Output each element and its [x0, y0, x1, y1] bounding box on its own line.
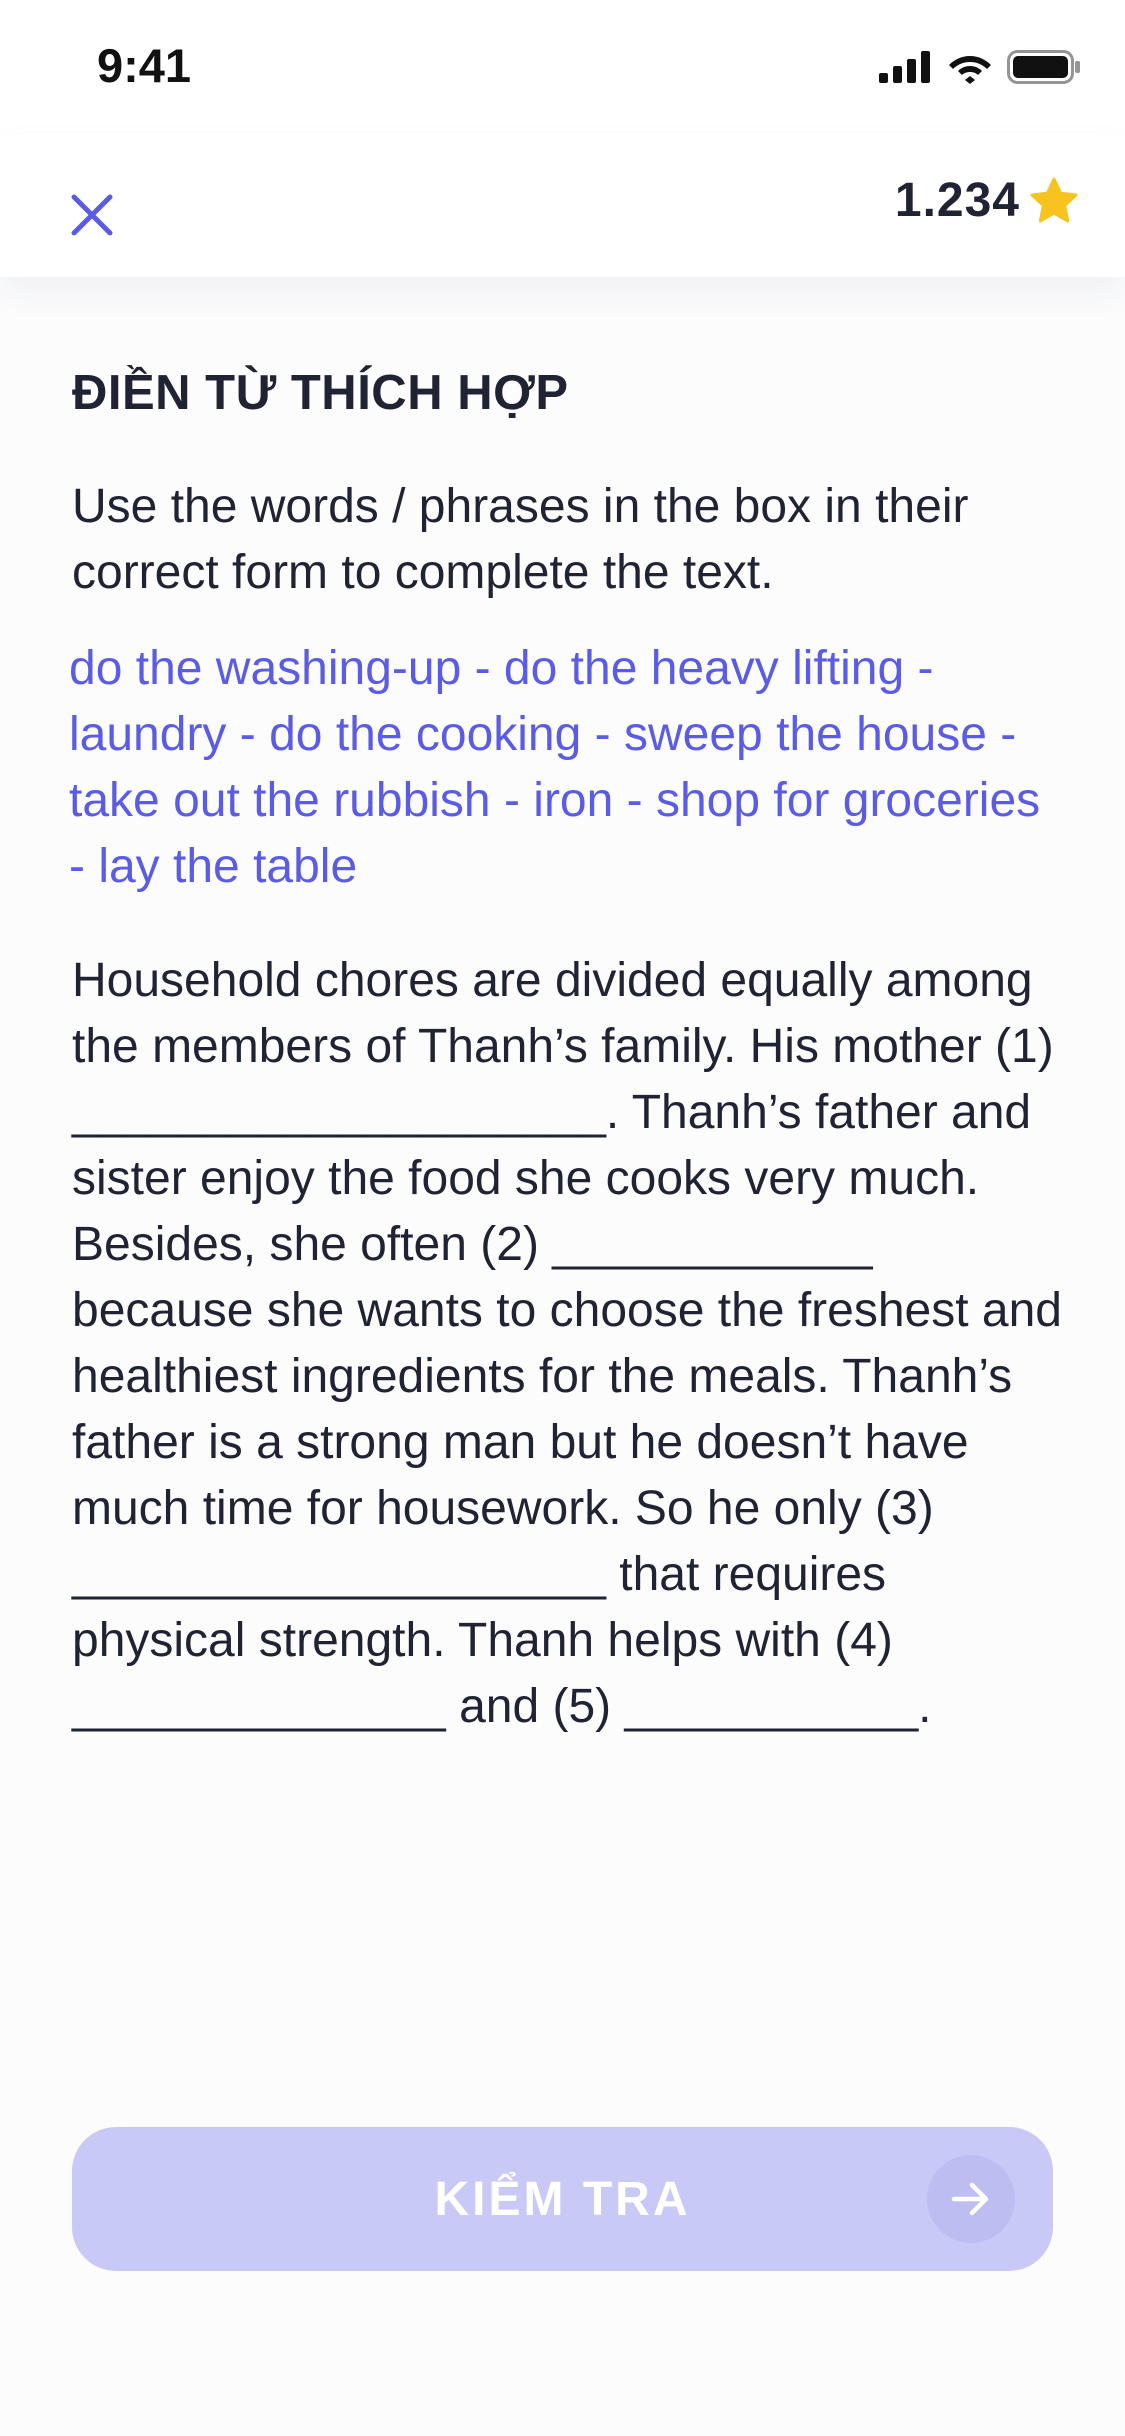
- wifi-icon: [949, 56, 991, 84]
- answer-blank-3[interactable]: ____________________: [72, 1548, 606, 1601]
- check-button-label: KIỂM TRA: [434, 2172, 691, 2226]
- cellular-signal-icon: [879, 51, 930, 83]
- top-navigation-bar: 1.234: [0, 135, 1125, 277]
- arrow-right-icon: [951, 2182, 989, 2216]
- exercise-heading: ĐIỀN TỪ THÍCH HỢP: [72, 366, 569, 420]
- word-box: do the washing-up - do the heavy lifting…: [69, 642, 1041, 893]
- answer-blank-2[interactable]: ____________: [552, 1218, 872, 1271]
- score-value: 1.234: [894, 174, 1020, 227]
- exercise-content: ĐIỀN TỪ THÍCH HỢP Use the words / phrase…: [69, 360, 1062, 1740]
- exercise-instruction: Use the words / phrases in the box in th…: [72, 480, 969, 599]
- passage-text: Household chores are divided equally amo…: [72, 948, 1062, 1740]
- close-button[interactable]: [64, 187, 120, 243]
- passage-segment: because she wants to choose the freshest…: [72, 1284, 1062, 1535]
- answer-blank-1[interactable]: ____________________: [72, 1086, 606, 1139]
- passage-segment: .: [918, 1680, 932, 1733]
- status-icons: [879, 50, 1081, 84]
- passage-segment: and (5): [445, 1680, 625, 1733]
- status-bar: 9:41: [0, 0, 1125, 135]
- passage-segment: Household chores are divided equally amo…: [72, 954, 1054, 1073]
- status-time: 9:41: [97, 39, 192, 92]
- score-display: 1.234: [895, 173, 1080, 228]
- battery-icon: [1007, 50, 1080, 84]
- answer-blank-4[interactable]: ______________: [72, 1680, 446, 1733]
- answer-blank-5[interactable]: ___________: [625, 1680, 919, 1733]
- star-icon: [1030, 177, 1078, 222]
- close-icon: [71, 194, 113, 236]
- check-button[interactable]: KIỂM TRA: [72, 2127, 1053, 2271]
- arrow-button: [927, 2155, 1015, 2243]
